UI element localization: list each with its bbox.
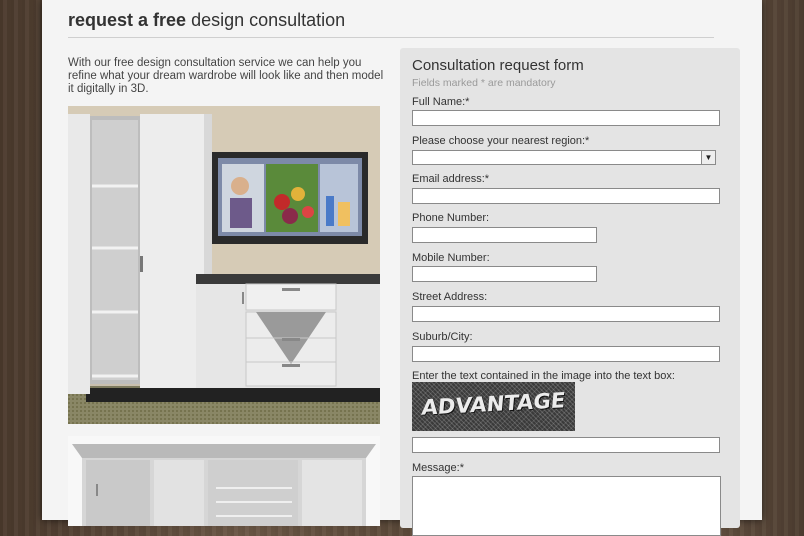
email-field[interactable] — [412, 188, 720, 204]
captcha-label: Enter the text contained in the image in… — [412, 370, 675, 382]
street-field[interactable] — [412, 306, 720, 322]
content-panel: request a free design consultation With … — [42, 0, 762, 536]
street-label: Street Address: — [412, 291, 488, 303]
region-label: Please choose your nearest region:* — [412, 135, 590, 147]
mobile-label: Mobile Number: — [412, 252, 490, 264]
full-name-field[interactable] — [412, 110, 720, 126]
message-label: Message:* — [412, 462, 464, 474]
chevron-down-icon[interactable]: ▼ — [701, 151, 715, 164]
suburb-label: Suburb/City: — [412, 331, 473, 343]
captcha-field[interactable] — [412, 437, 720, 453]
mandatory-note: Fields marked * are mandatory — [412, 77, 556, 89]
phone-field[interactable] — [412, 227, 597, 243]
captcha-image: ADVANTAGE — [412, 382, 575, 431]
email-label: Email address:* — [412, 173, 490, 185]
page-title-bold: request a free — [68, 10, 187, 30]
wardrobe-photo — [68, 106, 380, 424]
form-heading: Consultation request form — [412, 57, 584, 74]
page-title-rest: design consultation — [191, 10, 346, 30]
intro-text: With our free design consultation servic… — [68, 57, 384, 95]
full-name-label: Full Name:* — [412, 96, 470, 108]
wardrobe-interior-photo — [68, 436, 380, 526]
captcha-text: ADVANTAGE — [420, 388, 567, 420]
message-field[interactable] — [412, 476, 721, 536]
region-select[interactable]: ▼ — [412, 150, 716, 165]
mobile-field[interactable] — [412, 266, 597, 282]
page-title: request a free design consultation — [68, 10, 714, 38]
phone-label: Phone Number: — [412, 212, 490, 224]
suburb-field[interactable] — [412, 346, 720, 362]
consultation-form: Consultation request form Fields marked … — [400, 48, 740, 536]
